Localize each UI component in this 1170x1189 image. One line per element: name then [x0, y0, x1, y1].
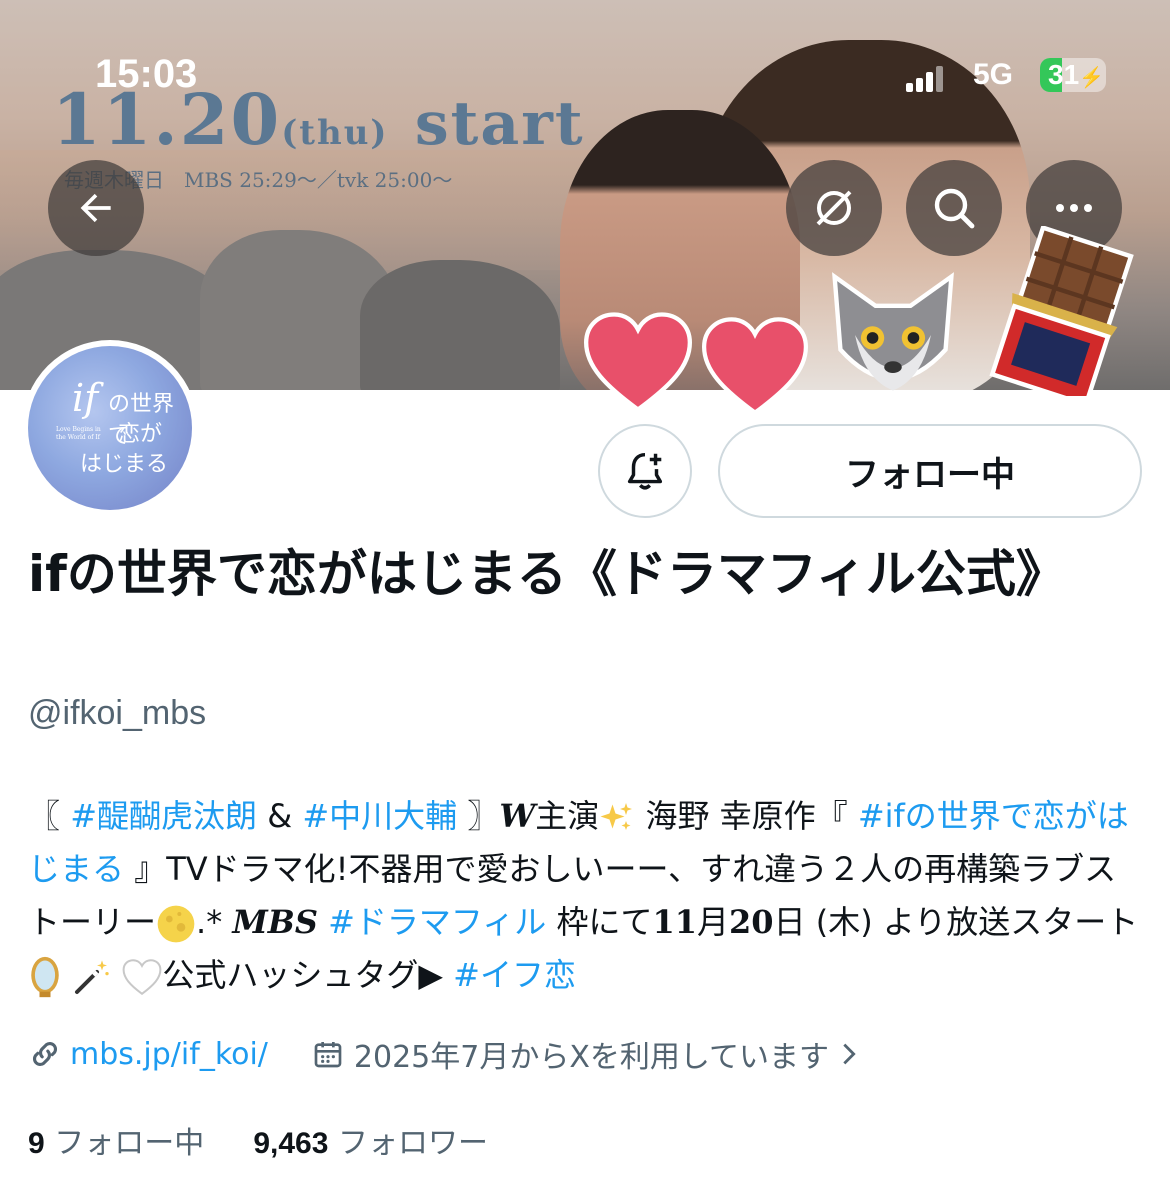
avatar-line-2: 恋が [118, 422, 163, 447]
grok-button[interactable] [786, 160, 882, 256]
magic-wand-icon [75, 960, 109, 994]
back-button[interactable] [48, 160, 144, 256]
profile-bio: 〖 #醍醐虎汰朗 & #中川大輔 〗W主演 海野 幸原作『 #ifの世界で恋がは… [28, 790, 1148, 1002]
sparkles-icon [600, 803, 633, 830]
wolf-sticker-icon [832, 272, 954, 391]
profile-avatar[interactable]: if の世界で 恋が はじまる Love Begins in the World… [22, 340, 198, 516]
calendar-icon [314, 1042, 342, 1068]
avatar-image: if の世界で 恋が はじまる Love Begins in the World… [28, 346, 192, 510]
battery-icon: 31⚡ [1040, 58, 1106, 92]
heart-sticker-icon [702, 317, 808, 416]
notify-button[interactable] [598, 424, 692, 518]
banner-rock [360, 260, 560, 390]
bell-plus-icon [627, 452, 663, 490]
hashtag-link[interactable]: #イフ恋 [453, 956, 576, 994]
hashtag-link[interactable]: #醍醐虎汰朗 [70, 797, 257, 835]
avatar-if-text: if [72, 376, 99, 420]
hashtag-link[interactable]: #中川大輔 [302, 797, 457, 835]
heart-sticker-icon [584, 312, 692, 412]
avatar-small-text: Love Begins in the World of If [56, 426, 101, 441]
display-name: ifの世界で恋がはじまる《ドラマフィル公式》 [28, 545, 1066, 603]
network-type: 5G [973, 58, 1014, 91]
mirror-icon [31, 956, 59, 998]
battery-level: 31 [1048, 59, 1080, 90]
link-icon [32, 1041, 58, 1067]
grok-icon [816, 190, 852, 226]
followers-count[interactable]: 9,463 フォロワー [253, 1126, 488, 1161]
signal-icon [906, 66, 946, 92]
avatar-line-3: はじまる [80, 452, 169, 477]
chocolate-sticker-icon [989, 226, 1134, 396]
white-heart-icon [122, 959, 162, 996]
status-time: 15:03 [95, 52, 198, 96]
full-moon-icon [157, 905, 195, 943]
hashtag-link[interactable]: #ドラマフィル [328, 903, 546, 941]
follow-counts: 9 フォロー中 9,463 フォロワー [28, 1118, 488, 1162]
website-link[interactable]: mbs.jp/if_koi/ [70, 1037, 268, 1072]
joined-date[interactable]: 2025年7月からXを利用しています [354, 1032, 829, 1076]
back-arrow-icon [80, 193, 111, 223]
profile-meta: mbs.jp/if_koi/ 2025年7月からXを利用しています [28, 1030, 863, 1078]
user-handle: @ifkoi_mbs [28, 694, 207, 732]
chevron-right-icon [843, 1043, 856, 1065]
more-icon [1056, 204, 1092, 212]
following-count[interactable]: 9 フォロー中 [28, 1126, 204, 1161]
following-button[interactable]: フォロー中 [718, 424, 1142, 518]
search-icon [934, 188, 975, 229]
